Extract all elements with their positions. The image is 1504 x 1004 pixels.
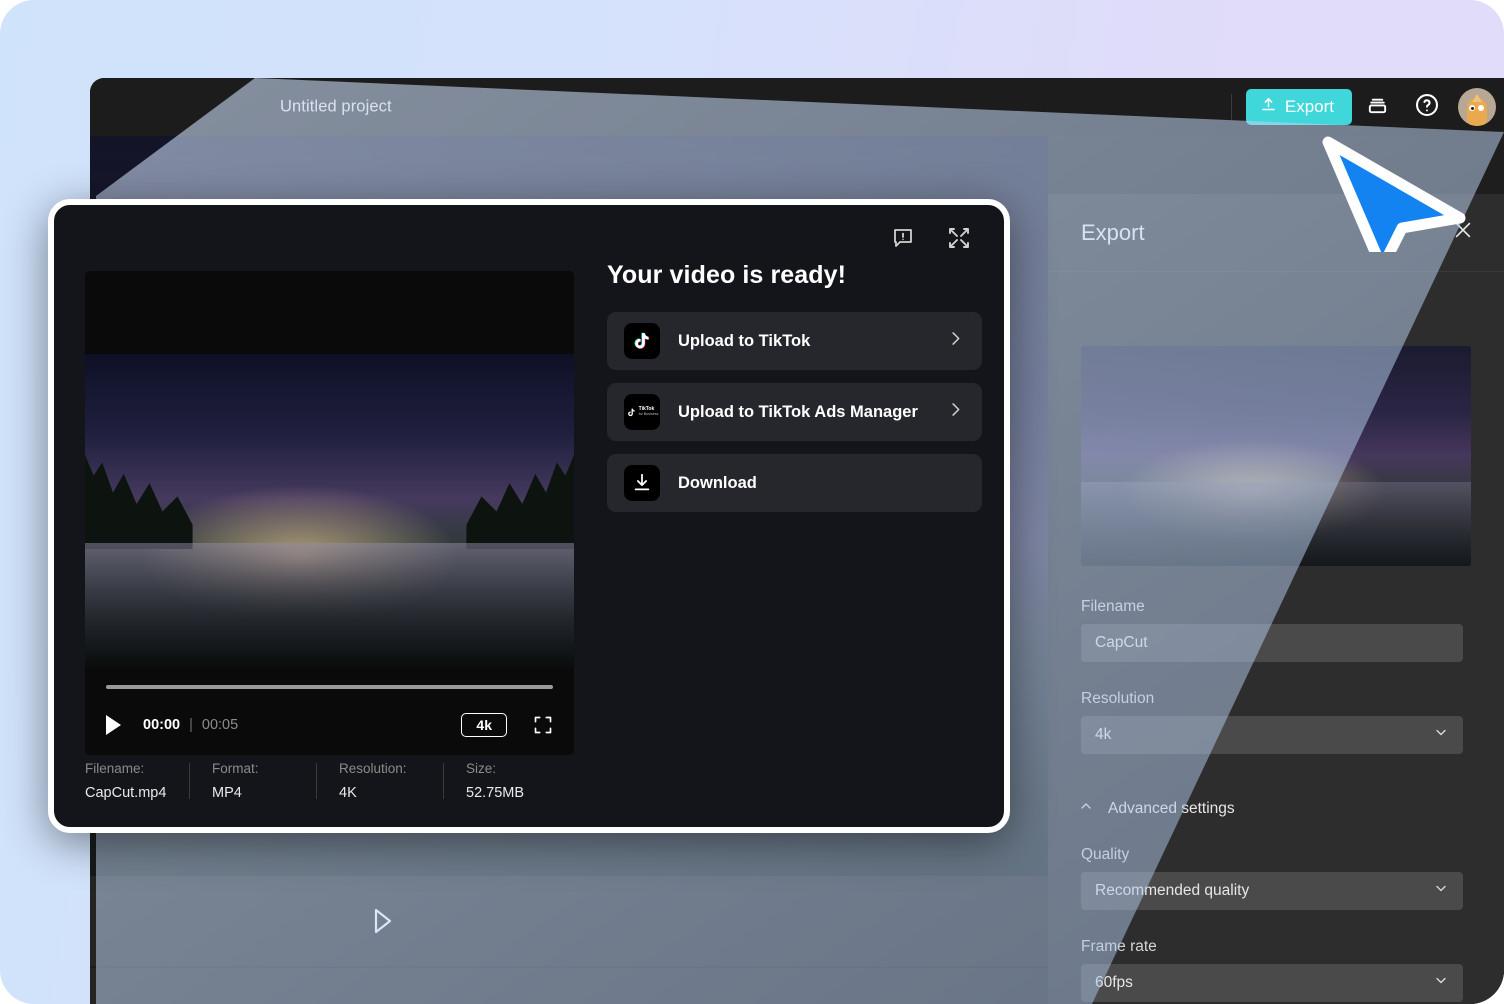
help-circle-icon <box>1414 92 1440 123</box>
action-label: Download <box>678 473 757 492</box>
upload-to-tiktok-button[interactable]: Upload to TikTok <box>607 312 982 370</box>
total-time: 00:05 <box>201 717 239 733</box>
meta-key: Resolution: <box>339 761 407 776</box>
meta-value: 4K <box>339 785 357 801</box>
play-button[interactable] <box>106 715 121 735</box>
modal-actions-column: Your video is ready! Upload to TikTok Ti… <box>607 261 982 525</box>
timeline-tracks[interactable] <box>90 967 1048 1004</box>
meta-key: Format: <box>212 761 259 776</box>
resolution-value: 4k <box>1095 726 1112 743</box>
upload-to-tiktok-ads-manager-button[interactable]: TikTok for Business Upload to TikTok Ads… <box>607 383 982 441</box>
chevron-right-icon <box>946 329 965 353</box>
quality-label: Quality <box>1081 846 1130 863</box>
filename-input[interactable]: CapCut <box>1081 624 1463 662</box>
chevron-down-icon <box>1433 881 1449 902</box>
layers-button[interactable] <box>1352 78 1402 136</box>
layers-icon <box>1366 93 1389 121</box>
resolution-select[interactable]: 4k <box>1081 716 1463 754</box>
export-preview-thumbnail <box>1081 346 1471 566</box>
close-icon <box>1452 219 1474 246</box>
app-titlebar: Untitled project Export <box>90 78 1504 136</box>
fullscreen-icon <box>533 716 553 739</box>
tiktok-business-icon: TikTok for Business <box>624 394 660 430</box>
progress-scrubber[interactable] <box>106 685 553 689</box>
chevron-down-icon <box>1433 725 1449 746</box>
chevron-up-icon <box>1078 798 1094 819</box>
export-button-label: Export <box>1284 97 1334 116</box>
video-frame[interactable] <box>85 354 574 669</box>
download-icon <box>624 465 660 501</box>
filename-label: Filename <box>1081 598 1145 615</box>
export-panel-title: Export <box>1081 219 1145 245</box>
video-ready-modal: 00:00 | 00:05 4k Your video is ready! Up… <box>48 199 1010 833</box>
export-side-panel: Export Filename CapCut Resolution 4k Adv… <box>1048 194 1504 1004</box>
page-backdrop: Untitled project Export Export Filename … <box>0 0 1504 1004</box>
video-player: 00:00 | 00:05 4k <box>85 271 574 755</box>
meta-value: MP4 <box>212 785 242 801</box>
advanced-settings-toggle[interactable]: Advanced settings <box>1078 798 1235 819</box>
resolution-label: Resolution <box>1081 690 1155 707</box>
controls-row: 00:00 | 00:05 4k <box>106 707 553 743</box>
meta-key: Filename: <box>85 761 145 776</box>
chevron-down-icon <box>1433 973 1449 994</box>
current-time: 00:00 <box>143 717 181 733</box>
chevron-right-icon <box>946 400 965 424</box>
timeline-play-button[interactable] <box>373 908 393 934</box>
meta-divider <box>316 763 317 799</box>
timeline-toolbar <box>90 876 1048 966</box>
action-label: Upload to TikTok Ads Manager <box>678 402 918 421</box>
time-separator: | <box>189 717 193 733</box>
quality-badge[interactable]: 4k <box>461 713 507 737</box>
meta-format: Format: MP4 <box>212 761 316 801</box>
meta-value: CapCut.mp4 <box>85 785 167 801</box>
titlebar-actions: Export <box>1230 78 1498 136</box>
meta-divider <box>443 763 444 799</box>
advanced-settings-label: Advanced settings <box>1108 799 1235 817</box>
filename-value: CapCut <box>1095 634 1148 651</box>
collapse-button[interactable] <box>944 225 974 255</box>
fullscreen-button[interactable] <box>533 715 553 735</box>
player-controls: 00:00 | 00:05 4k <box>85 669 574 755</box>
feedback-button[interactable] <box>888 225 918 255</box>
avatar[interactable] <box>1458 88 1496 126</box>
meta-resolution: Resolution: 4K <box>339 761 443 801</box>
meta-value: 52.75MB <box>466 785 525 801</box>
frame-rate-label: Frame rate <box>1081 938 1157 955</box>
export-button[interactable]: Export <box>1245 89 1352 125</box>
quality-select[interactable]: Recommended quality <box>1081 872 1463 910</box>
export-panel-header: Export <box>1048 194 1504 272</box>
help-button[interactable] <box>1402 78 1452 136</box>
frame-rate-select[interactable]: 60fps <box>1081 964 1463 1002</box>
meta-filename: Filename: CapCut.mp4 <box>85 761 189 801</box>
feedback-icon <box>891 226 915 255</box>
avatar-face-icon <box>1467 94 1487 126</box>
meta-key: Size: <box>466 761 497 776</box>
modal-title: Your video is ready! <box>607 261 847 289</box>
meta-size: Size: 52.75MB <box>466 761 546 801</box>
minimize-icon <box>947 226 971 255</box>
upload-icon <box>1260 96 1277 118</box>
download-button[interactable]: Download <box>607 454 982 512</box>
action-label: Upload to TikTok <box>678 331 811 350</box>
project-title: Untitled project <box>280 97 392 116</box>
export-panel-close-button[interactable] <box>1446 216 1480 250</box>
export-metadata-row: Filename: CapCut.mp4 Format: MP4 Resolut… <box>85 761 605 801</box>
titlebar-divider <box>1230 94 1232 120</box>
frame-rate-value: 60fps <box>1095 974 1133 991</box>
meta-divider <box>189 763 190 799</box>
quality-value: Recommended quality <box>1095 882 1250 899</box>
modal-topbar <box>888 225 974 255</box>
tiktok-icon <box>624 323 660 359</box>
